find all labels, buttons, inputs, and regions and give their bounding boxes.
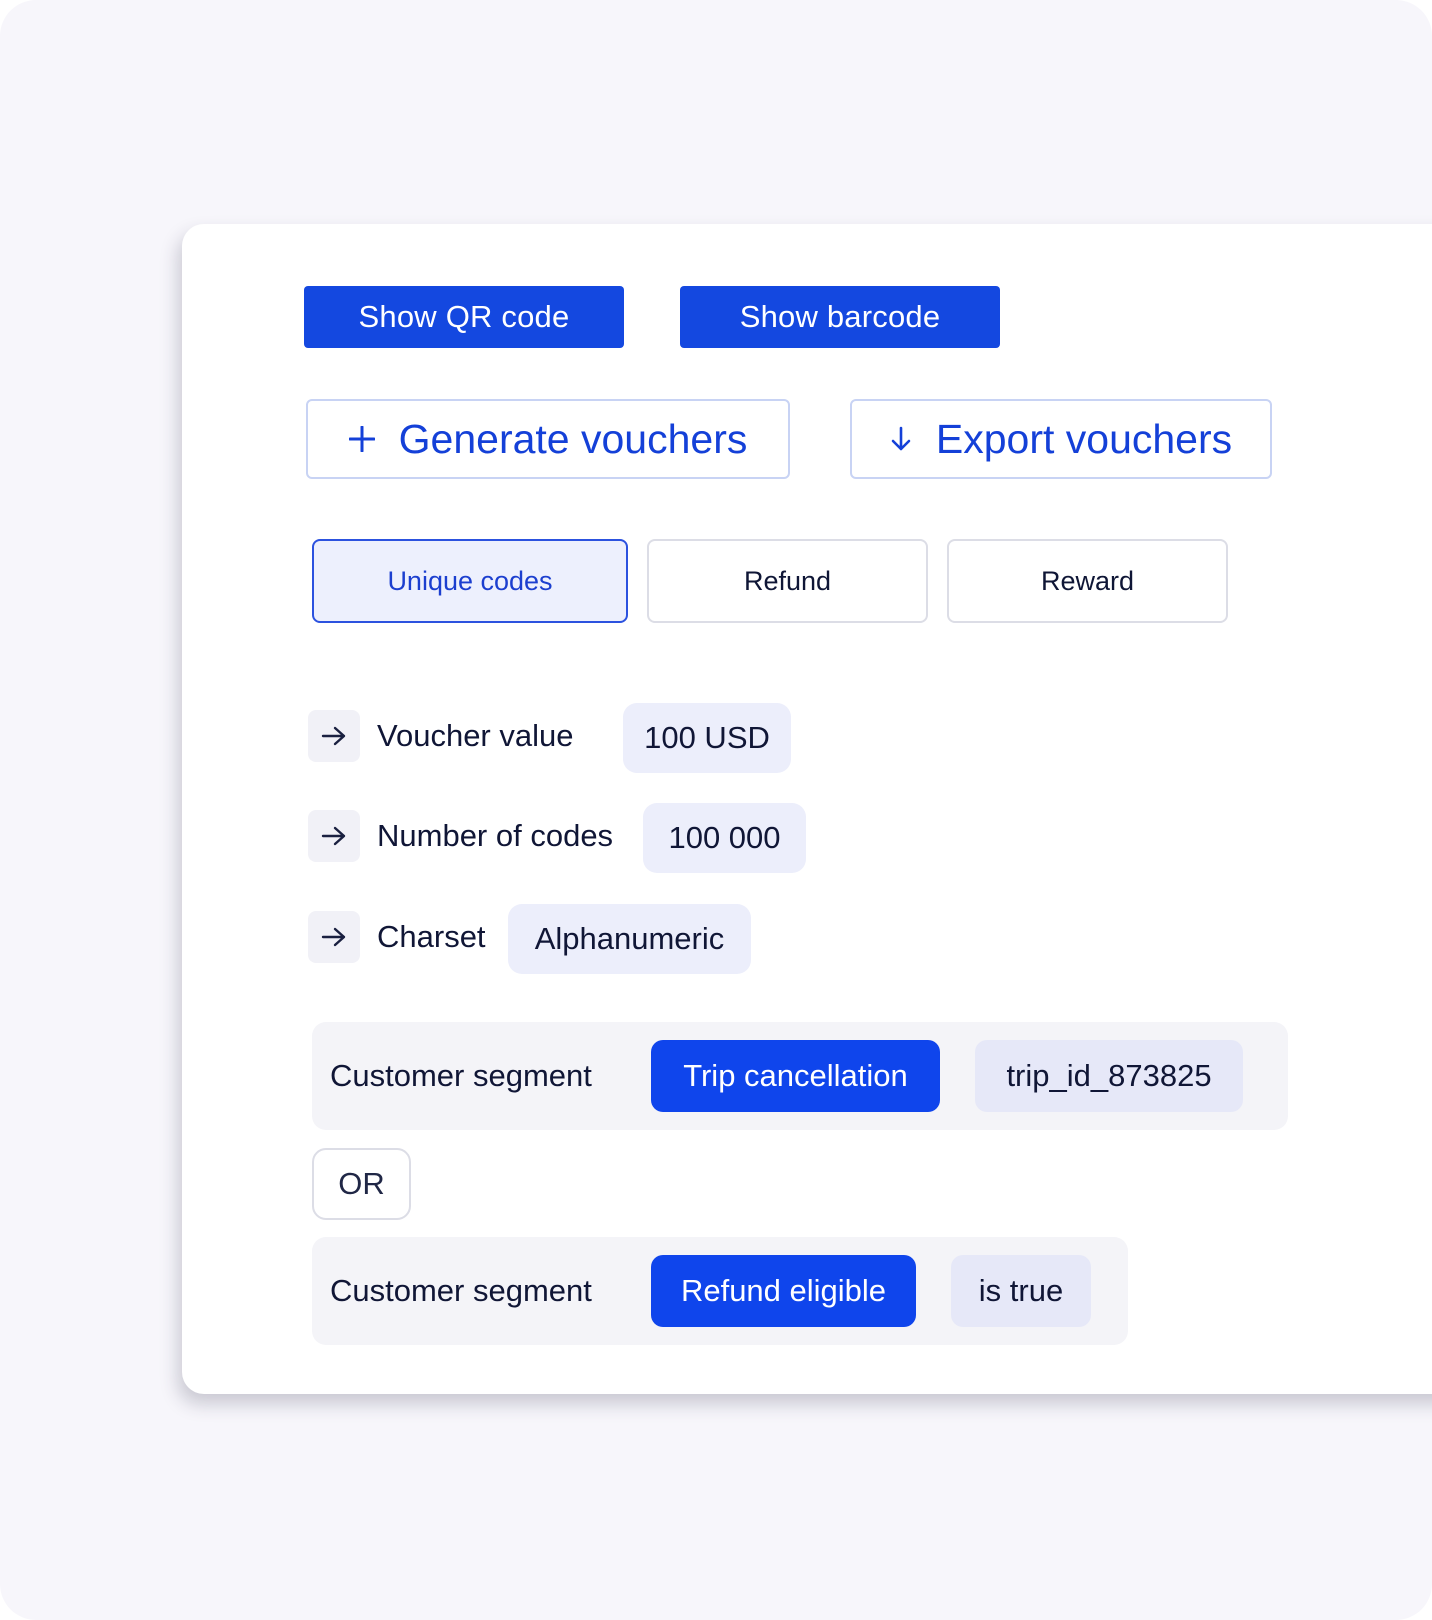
background-card: Show QR code Show barcode Generate vouch… [0,0,1432,1620]
customer-segment-row: Customer segment Refund eligible is true [312,1237,1128,1345]
generate-vouchers-button[interactable]: Generate vouchers [306,399,790,479]
refund-eligible-chip[interactable]: Refund eligible [651,1255,916,1327]
arrow-right-icon [308,710,360,762]
export-vouchers-button[interactable]: Export vouchers [850,399,1272,479]
customer-segment-label: Customer segment [330,1058,592,1093]
arrow-right-icon [308,911,360,963]
number-of-codes-label: Number of codes [377,818,614,853]
tab-unique-codes[interactable]: Unique codes [312,539,628,623]
number-of-codes-chip[interactable]: 100 000 [643,803,806,873]
customer-segment-label: Customer segment [330,1273,592,1308]
tab-reward[interactable]: Reward [947,539,1228,623]
or-operator-button[interactable]: OR [312,1148,411,1220]
tab-refund[interactable]: Refund [647,539,928,623]
voucher-panel: Show QR code Show barcode Generate vouch… [182,224,1432,1394]
voucher-value-label: Voucher value [377,718,574,753]
trip-id-chip[interactable]: trip_id_873825 [975,1040,1243,1112]
arrow-right-icon [308,810,360,862]
voucher-value-chip[interactable]: 100 USD [623,703,791,773]
plus-icon [348,426,375,452]
charset-chip[interactable]: Alphanumeric [508,904,751,974]
export-vouchers-label: Export vouchers [935,415,1233,462]
is-true-chip[interactable]: is true [951,1255,1091,1327]
customer-segment-row: Customer segment Trip cancellation trip_… [312,1022,1288,1130]
show-qr-code-button[interactable]: Show QR code [304,286,624,348]
trip-cancellation-chip[interactable]: Trip cancellation [651,1040,940,1112]
charset-label: Charset [377,919,486,954]
show-barcode-button[interactable]: Show barcode [680,286,1000,348]
arrow-down-icon [890,426,912,452]
generate-vouchers-label: Generate vouchers [398,415,748,462]
